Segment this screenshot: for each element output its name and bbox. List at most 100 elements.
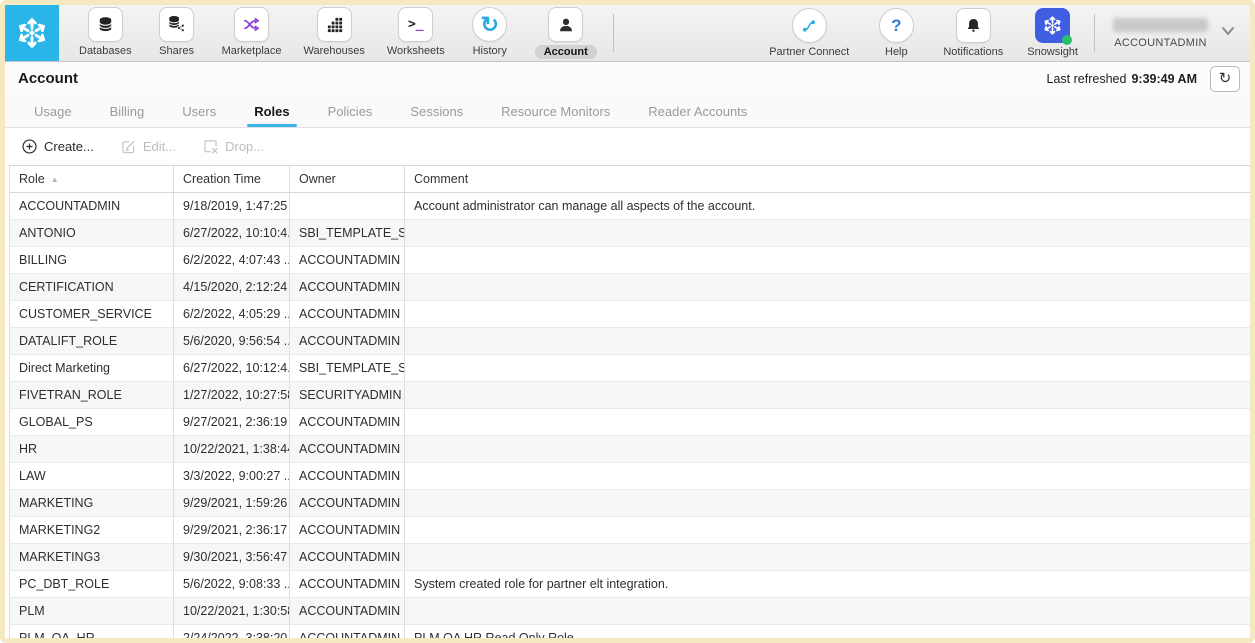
edit-button[interactable]: Edit...: [120, 138, 176, 155]
cell-role: PLM_QA_HR: [10, 625, 174, 639]
nav-databases[interactable]: Databases: [79, 7, 132, 57]
nav-label: Snowsight: [1027, 46, 1078, 58]
marketplace-icon: [234, 7, 269, 42]
nav-label: History: [473, 45, 507, 57]
column-header-owner[interactable]: Owner: [290, 166, 405, 193]
cell-role: Direct Marketing: [10, 355, 174, 382]
cell-comment: [405, 598, 1251, 625]
cell-creation-time: 9/30/2021, 3:56:47 ...: [174, 544, 290, 571]
drop-button[interactable]: Drop...: [202, 138, 264, 155]
column-header-comment[interactable]: Comment: [405, 166, 1251, 193]
table-row[interactable]: FIVETRAN_ROLE 1/27/2022, 10:27:58... SEC…: [10, 382, 1251, 409]
table-row[interactable]: HR 10/22/2021, 1:38:44... ACCOUNTADMIN: [10, 436, 1251, 463]
cell-role: BILLING: [10, 247, 174, 274]
cell-creation-time: 9/27/2021, 2:36:19 ...: [174, 409, 290, 436]
table-row[interactable]: CERTIFICATION 4/15/2020, 2:12:24 ... ACC…: [10, 274, 1251, 301]
secondary-nav: Partner Connect ? Help Notifications Sno…: [769, 8, 1078, 58]
cell-role: PC_DBT_ROLE: [10, 571, 174, 598]
table-row[interactable]: PLM_QA_HR 2/24/2022, 3:38:20... ACCOUNTA…: [10, 625, 1251, 639]
tab-billing[interactable]: Billing: [91, 95, 164, 127]
drop-icon: [202, 138, 219, 155]
plus-circle-icon: [21, 138, 38, 155]
top-navigation-bar: Databases Shares Marketplace Warehouses: [5, 5, 1250, 62]
cell-role: ANTONIO: [10, 220, 174, 247]
cell-comment: [405, 436, 1251, 463]
user-divider: [1094, 14, 1095, 52]
nav-label: Notifications: [943, 46, 1003, 58]
tab-policies[interactable]: Policies: [309, 95, 392, 127]
nav-divider: [613, 14, 614, 52]
roles-toolbar: Create... Edit... Drop...: [5, 128, 1250, 165]
column-header-creation-time[interactable]: Creation Time: [174, 166, 290, 193]
cell-role: CUSTOMER_SERVICE: [10, 301, 174, 328]
history-icon: ↻: [472, 7, 507, 42]
cell-comment: Account administrator can manage all asp…: [405, 193, 1251, 220]
nav-snowsight[interactable]: Snowsight: [1027, 8, 1078, 58]
help-icon: ?: [879, 8, 914, 43]
chevron-down-icon[interactable]: [1220, 24, 1236, 42]
cell-role: HR: [10, 436, 174, 463]
cell-owner: SECURITYADMIN: [290, 382, 405, 409]
nav-marketplace[interactable]: Marketplace: [222, 7, 282, 57]
cell-comment: [405, 220, 1251, 247]
nav-worksheets[interactable]: >_ Worksheets: [387, 7, 445, 57]
cell-creation-time: 9/29/2021, 1:59:26 ...: [174, 490, 290, 517]
cell-creation-time: 9/18/2019, 1:47:25 ...: [174, 193, 290, 220]
table-row[interactable]: ACCOUNTADMIN 9/18/2019, 1:47:25 ... Acco…: [10, 193, 1251, 220]
tab-roles[interactable]: Roles: [235, 95, 308, 127]
page-header: Account Last refreshed 9:39:49 AM ↻: [5, 62, 1250, 95]
refresh-button[interactable]: ↻: [1210, 66, 1240, 92]
primary-nav: Databases Shares Marketplace Warehouses: [79, 7, 597, 59]
cell-comment: [405, 517, 1251, 544]
nav-history[interactable]: ↻ History: [467, 7, 513, 57]
databases-icon: [88, 7, 123, 42]
cell-owner: ACCOUNTADMIN: [290, 409, 405, 436]
table-row[interactable]: BILLING 6/2/2022, 4:07:43 ... ACCOUNTADM…: [10, 247, 1251, 274]
nav-shares[interactable]: Shares: [154, 7, 200, 57]
create-button[interactable]: Create...: [21, 138, 94, 155]
nav-partner-connect[interactable]: Partner Connect: [769, 8, 849, 58]
table-row[interactable]: PLM 10/22/2021, 1:30:58... ACCOUNTADMIN: [10, 598, 1251, 625]
table-row[interactable]: DATALIFT_ROLE 5/6/2020, 9:56:54 ... ACCO…: [10, 328, 1251, 355]
cell-owner: SBI_TEMPLATE_SN...: [290, 220, 405, 247]
table-row[interactable]: MARKETING2 9/29/2021, 2:36:17 ... ACCOUN…: [10, 517, 1251, 544]
nav-notifications[interactable]: Notifications: [943, 8, 1003, 58]
column-header-role[interactable]: Role▲: [10, 166, 174, 193]
tab-users[interactable]: Users: [163, 95, 235, 127]
table-row[interactable]: MARKETING3 9/30/2021, 3:56:47 ... ACCOUN…: [10, 544, 1251, 571]
cell-creation-time: 6/2/2022, 4:07:43 ...: [174, 247, 290, 274]
table-row[interactable]: Direct Marketing 6/27/2022, 10:12:4... S…: [10, 355, 1251, 382]
cell-role: ACCOUNTADMIN: [10, 193, 174, 220]
cell-creation-time: 1/27/2022, 10:27:58...: [174, 382, 290, 409]
nav-help[interactable]: ? Help: [873, 8, 919, 58]
cell-creation-time: 6/27/2022, 10:12:4...: [174, 355, 290, 382]
nav-account[interactable]: Account: [535, 7, 597, 59]
cell-owner: [290, 193, 405, 220]
user-menu[interactable]: ACCOUNTADMIN: [1113, 18, 1208, 49]
account-icon: [548, 7, 583, 42]
nav-label: Worksheets: [387, 45, 445, 57]
last-refreshed-time: 9:39:49 AM: [1131, 72, 1197, 86]
cell-creation-time: 5/6/2020, 9:56:54 ...: [174, 328, 290, 355]
table-row[interactable]: LAW 3/3/2022, 9:00:27 ... ACCOUNTADMIN: [10, 463, 1251, 490]
sort-ascending-icon: ▲: [51, 175, 59, 184]
tab-usage[interactable]: Usage: [15, 95, 91, 127]
status-green-dot: [1062, 35, 1072, 45]
snowflake-logo[interactable]: [5, 5, 59, 61]
table-row[interactable]: CUSTOMER_SERVICE 6/2/2022, 4:05:29 ... A…: [10, 301, 1251, 328]
table-row[interactable]: GLOBAL_PS 9/27/2021, 2:36:19 ... ACCOUNT…: [10, 409, 1251, 436]
cell-role: MARKETING: [10, 490, 174, 517]
nav-warehouses[interactable]: Warehouses: [304, 7, 365, 57]
tab-sessions[interactable]: Sessions: [391, 95, 482, 127]
cell-comment: [405, 328, 1251, 355]
cell-role: LAW: [10, 463, 174, 490]
table-row[interactable]: ANTONIO 6/27/2022, 10:10:4... SBI_TEMPLA…: [10, 220, 1251, 247]
cell-owner: ACCOUNTADMIN: [290, 490, 405, 517]
tab-reader-accounts[interactable]: Reader Accounts: [629, 95, 766, 127]
tab-resource-monitors[interactable]: Resource Monitors: [482, 95, 629, 127]
warehouses-icon: [317, 7, 352, 42]
table-row[interactable]: PC_DBT_ROLE 5/6/2022, 9:08:33 ... ACCOUN…: [10, 571, 1251, 598]
cell-owner: SBI_TEMPLATE_SN...: [290, 355, 405, 382]
snowsight-icon: [1035, 8, 1070, 43]
table-row[interactable]: MARKETING 9/29/2021, 1:59:26 ... ACCOUNT…: [10, 490, 1251, 517]
